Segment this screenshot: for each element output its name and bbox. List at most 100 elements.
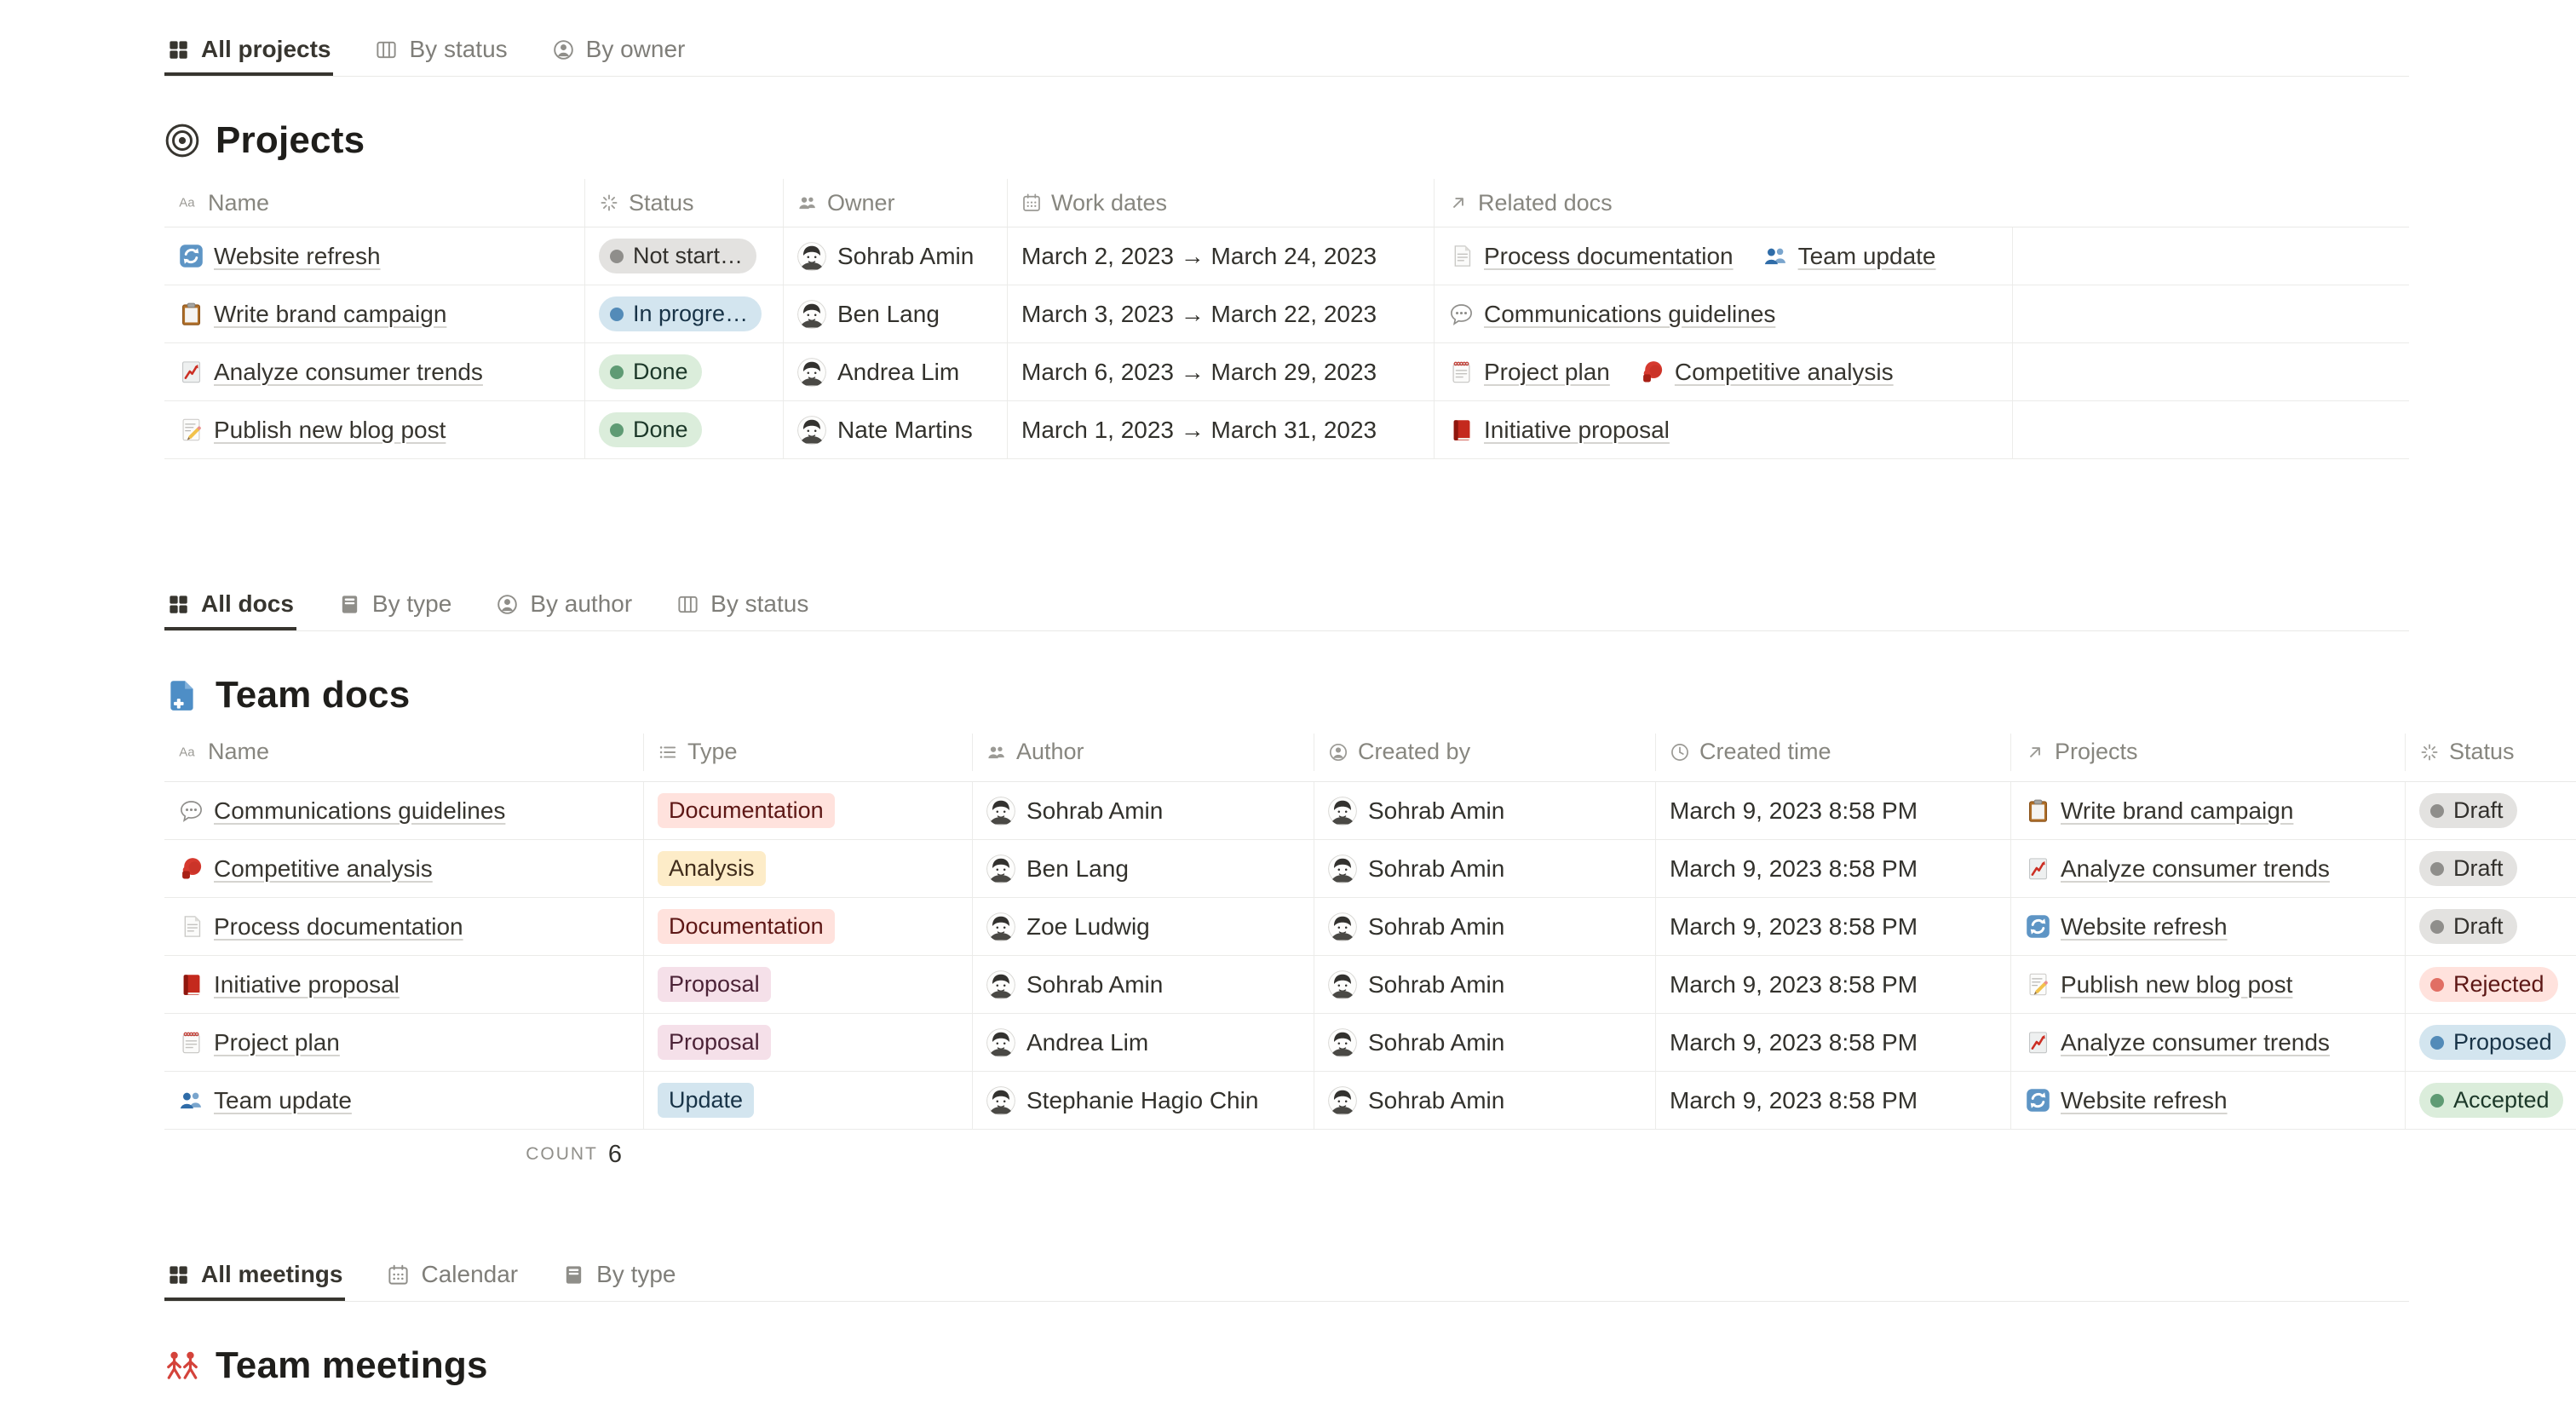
column-header-created-by[interactable]: Created by xyxy=(1314,734,1656,771)
person-chip[interactable]: Sohrab Amin xyxy=(1328,970,1504,999)
page-link[interactable]: Analyze consumer trends xyxy=(178,359,483,386)
created-time[interactable]: March 9, 2023 8:58 PM xyxy=(1670,1087,1918,1114)
status-pill[interactable]: Accepted xyxy=(2419,1083,2563,1118)
person-chip[interactable]: Sohrab Amin xyxy=(797,242,974,271)
created-time[interactable]: March 9, 2023 8:58 PM xyxy=(1670,797,1918,825)
page-link[interactable]: Publish new blog post xyxy=(178,417,446,444)
relation-link[interactable]: Competitive analysis xyxy=(1639,359,1894,386)
avatar xyxy=(1328,912,1357,941)
status-pill[interactable]: Draft xyxy=(2419,793,2517,828)
column-header-owner[interactable]: Owner xyxy=(784,179,1008,227)
work-dates[interactable]: March 6, 2023 → March 29, 2023 xyxy=(1021,359,1377,386)
page-link[interactable]: Communications guidelines xyxy=(178,797,505,825)
table-cell: Analyze consumer trends xyxy=(2011,1014,2406,1071)
page-link[interactable]: Initiative proposal xyxy=(178,971,400,998)
tab-by-status[interactable]: By status xyxy=(372,29,509,76)
status-pill[interactable]: Done xyxy=(599,412,702,447)
person-chip[interactable]: Andrea Lim xyxy=(986,1028,1148,1057)
person-chip[interactable]: Stephanie Hagio Chin xyxy=(986,1086,1258,1115)
status-pill[interactable]: In progre… xyxy=(599,296,762,331)
person-chip[interactable]: Sohrab Amin xyxy=(1328,797,1504,826)
relation-link[interactable]: Project plan xyxy=(1448,359,1610,386)
type-tag[interactable]: Update xyxy=(658,1083,754,1118)
created-time[interactable]: March 9, 2023 8:58 PM xyxy=(1670,913,1918,941)
refresh-icon xyxy=(178,243,204,269)
docs-db-title[interactable]: Team docs xyxy=(216,674,410,716)
relation-link[interactable]: Process documentation xyxy=(1448,243,1734,270)
link-label: Team update xyxy=(1798,243,1936,270)
relation-link[interactable]: Team update xyxy=(1762,243,1936,270)
person-chip[interactable]: Sohrab Amin xyxy=(986,970,1163,999)
relation-link[interactable]: Website refresh xyxy=(2025,913,2228,941)
column-header-type[interactable]: Type xyxy=(644,734,973,771)
type-tag[interactable]: Analysis xyxy=(658,851,766,886)
relation-link[interactable]: Write brand campaign xyxy=(2025,797,2293,825)
tab-by-type[interactable]: By type xyxy=(560,1254,678,1301)
status-pill[interactable]: Not start… xyxy=(599,239,756,273)
page-link[interactable]: Write brand campaign xyxy=(178,301,446,328)
person-chip[interactable]: Sohrab Amin xyxy=(1328,1086,1504,1115)
type-tag[interactable]: Documentation xyxy=(658,793,835,828)
status-pill[interactable]: Draft xyxy=(2419,851,2517,886)
tab-all-projects[interactable]: All projects xyxy=(164,29,333,76)
column-header-related-docs[interactable]: Related docs xyxy=(1435,179,2013,227)
table-cell: Website refresh xyxy=(2011,1072,2406,1129)
page-link[interactable]: Project plan xyxy=(178,1029,340,1056)
person-chip[interactable]: Andrea Lim xyxy=(797,358,959,387)
tab-by-author[interactable]: By author xyxy=(493,584,635,630)
table-row: Process documentation Documentation Zoe Lu… xyxy=(164,898,2576,956)
relation-link[interactable]: Initiative proposal xyxy=(1448,417,1670,444)
column-header-projects[interactable]: Projects xyxy=(2011,734,2406,771)
status-pill[interactable]: Draft xyxy=(2419,909,2517,944)
tab-all-docs[interactable]: All docs xyxy=(164,584,296,630)
person-chip[interactable]: Sohrab Amin xyxy=(986,797,1163,826)
tab-all-meetings[interactable]: All meetings xyxy=(164,1254,345,1301)
relation-link[interactable]: Communications guidelines xyxy=(1448,301,1775,328)
type-tag[interactable]: Documentation xyxy=(658,909,835,944)
person-chip[interactable]: Zoe Ludwig xyxy=(986,912,1150,941)
relation-link[interactable]: Analyze consumer trends xyxy=(2025,855,2330,883)
tab-by-type[interactable]: By type xyxy=(336,584,454,630)
status-pill[interactable]: Proposed xyxy=(2419,1025,2566,1060)
column-header-status[interactable]: Status xyxy=(585,179,784,227)
projects-db-title[interactable]: Projects xyxy=(216,119,365,162)
tab-by-owner[interactable]: By owner xyxy=(549,29,688,76)
person-chip[interactable]: Nate Martins xyxy=(797,416,973,445)
status-pill[interactable]: Done xyxy=(599,354,702,389)
column-header-work-dates[interactable]: Work dates xyxy=(1008,179,1435,227)
table-cell: Proposal xyxy=(644,1014,973,1071)
status-pill[interactable]: Rejected xyxy=(2419,967,2558,1002)
column-header-author[interactable]: Author xyxy=(973,734,1314,771)
person-chip[interactable]: Ben Lang xyxy=(797,300,940,329)
person-chip[interactable]: Sohrab Amin xyxy=(1328,854,1504,883)
column-header-created-time[interactable]: Created time xyxy=(1656,734,2011,771)
work-dates[interactable]: March 1, 2023 → March 31, 2023 xyxy=(1021,417,1377,444)
avatar xyxy=(1328,797,1357,826)
type-tag[interactable]: Proposal xyxy=(658,1025,771,1060)
relation-link[interactable]: Analyze consumer trends xyxy=(2025,1029,2330,1056)
column-header-name[interactable]: AaName xyxy=(164,734,644,771)
relation-link[interactable]: Website refresh xyxy=(2025,1087,2228,1114)
tab-calendar[interactable]: Calendar xyxy=(384,1254,520,1301)
person-chip[interactable]: Sohrab Amin xyxy=(1328,1028,1504,1057)
docs-table-body: Communications guidelines Documentation So… xyxy=(164,782,2576,1130)
page-link[interactable]: Team update xyxy=(178,1087,352,1114)
page-link[interactable]: Process documentation xyxy=(178,913,463,941)
tab-by-status[interactable]: By status xyxy=(674,584,811,630)
column-header-status[interactable]: Status xyxy=(2406,734,2576,771)
work-dates[interactable]: March 2, 2023 → March 24, 2023 xyxy=(1021,243,1377,270)
created-time[interactable]: March 9, 2023 8:58 PM xyxy=(1670,971,1918,998)
column-header-name[interactable]: AaName xyxy=(164,179,585,227)
person-name: Sohrab Amin xyxy=(1368,913,1504,941)
page-link[interactable]: Website refresh xyxy=(178,243,381,270)
meetings-db-title[interactable]: Team meetings xyxy=(216,1344,488,1387)
type-tag[interactable]: Proposal xyxy=(658,967,771,1002)
docs-table-header: AaNameTypeAuthorCreated byCreated timePr… xyxy=(164,734,2576,782)
created-time[interactable]: March 9, 2023 8:58 PM xyxy=(1670,855,1918,883)
relation-link[interactable]: Publish new blog post xyxy=(2025,971,2292,998)
person-chip[interactable]: Sohrab Amin xyxy=(1328,912,1504,941)
created-time[interactable]: March 9, 2023 8:58 PM xyxy=(1670,1029,1918,1056)
page-link[interactable]: Competitive analysis xyxy=(178,855,433,883)
person-chip[interactable]: Ben Lang xyxy=(986,854,1129,883)
work-dates[interactable]: March 3, 2023 → March 22, 2023 xyxy=(1021,301,1377,328)
